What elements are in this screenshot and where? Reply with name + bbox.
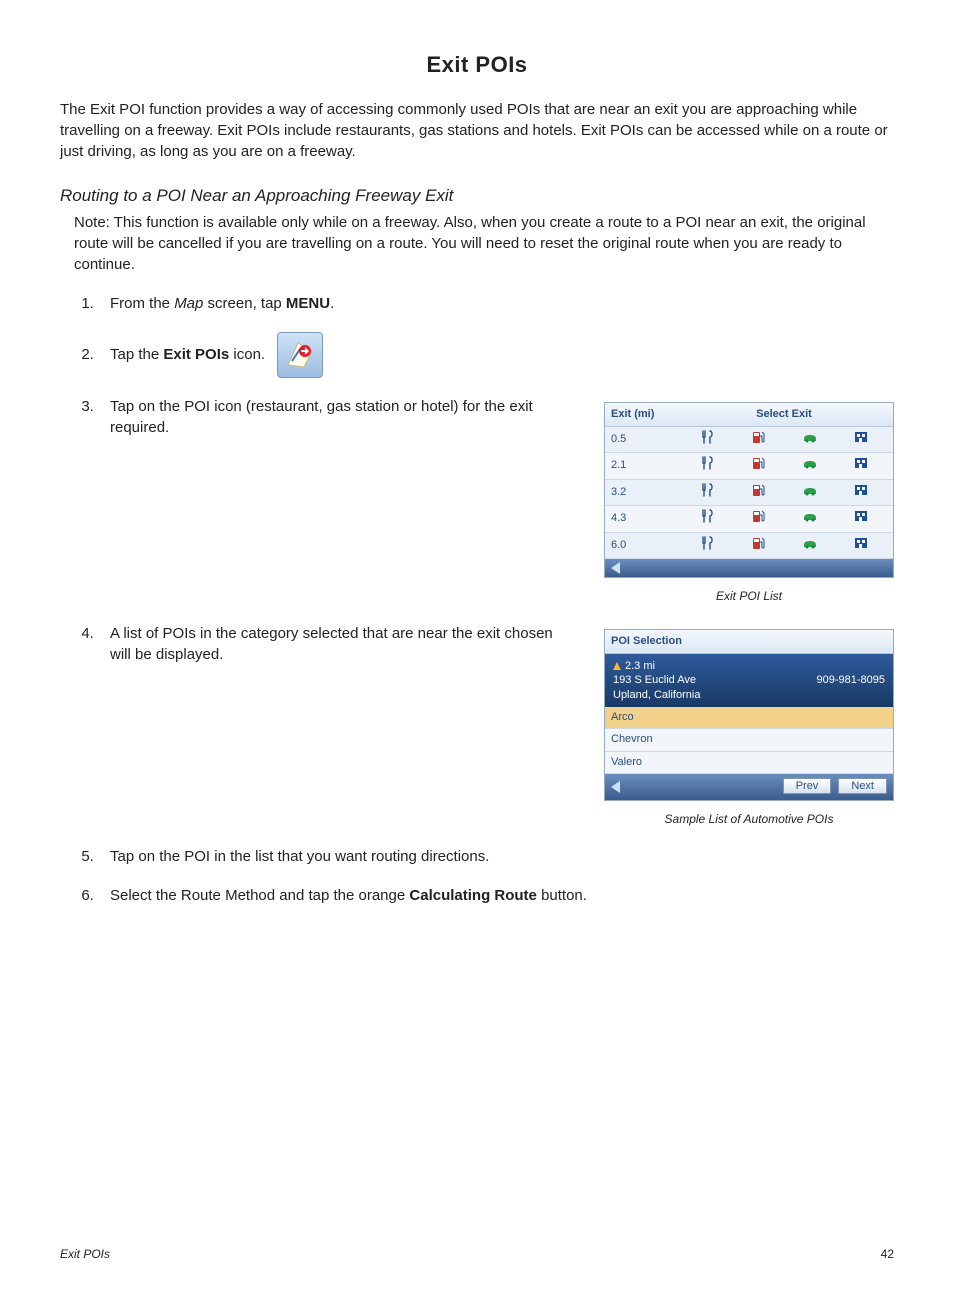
hotel-icon[interactable] bbox=[853, 509, 869, 528]
step-6: Select the Route Method and tap the oran… bbox=[98, 885, 894, 906]
auto-icon[interactable] bbox=[802, 536, 818, 555]
poi-selection-header: POI Selection bbox=[605, 630, 893, 654]
steps-list: From the Map screen, tap MENU. Tap the E… bbox=[98, 293, 894, 906]
back-icon[interactable] bbox=[611, 562, 620, 574]
restaurant-icon[interactable] bbox=[699, 509, 715, 528]
restaurant-icon[interactable] bbox=[699, 483, 715, 502]
step-3: Tap on the POI icon (restaurant, gas sta… bbox=[98, 396, 894, 605]
next-button[interactable]: Next bbox=[838, 778, 887, 794]
auto-icon[interactable] bbox=[802, 430, 818, 449]
section-heading: Routing to a POI Near an Approaching Fre… bbox=[60, 184, 894, 208]
auto-icon[interactable] bbox=[802, 456, 818, 475]
hotel-icon[interactable] bbox=[853, 456, 869, 475]
gas-icon[interactable] bbox=[750, 509, 766, 528]
restaurant-icon[interactable] bbox=[699, 430, 715, 449]
poi-list-item[interactable]: Arco bbox=[605, 707, 893, 729]
page-title: Exit POIs bbox=[60, 50, 894, 81]
exit-row[interactable]: 6.0 bbox=[605, 533, 893, 559]
hotel-icon[interactable] bbox=[853, 536, 869, 555]
hotel-icon[interactable] bbox=[853, 483, 869, 502]
back-icon[interactable] bbox=[611, 781, 620, 793]
footer-section: Exit POIs bbox=[60, 1246, 110, 1263]
poi-list-item[interactable]: Valero bbox=[605, 752, 893, 774]
panel-footer bbox=[605, 559, 893, 577]
poi-phone: 909-981-8095 bbox=[816, 673, 885, 688]
note-paragraph: Note: This function is available only wh… bbox=[74, 212, 894, 275]
step-2: Tap the Exit POIs icon. bbox=[98, 332, 894, 378]
step-5: Tap on the POI in the list that you want… bbox=[98, 846, 894, 867]
exit-poi-list-panel: Exit (mi) Select Exit 0.52.13.24.36.0 bbox=[604, 402, 894, 578]
exit-row[interactable]: 4.3 bbox=[605, 506, 893, 532]
gas-icon[interactable] bbox=[750, 483, 766, 502]
restaurant-icon[interactable] bbox=[699, 536, 715, 555]
page-number: 42 bbox=[881, 1246, 894, 1263]
exit-pois-icon bbox=[277, 332, 323, 378]
exit-row[interactable]: 3.2 bbox=[605, 480, 893, 506]
auto-icon[interactable] bbox=[802, 483, 818, 502]
restaurant-icon[interactable] bbox=[699, 456, 715, 475]
page-footer: Exit POIs 42 bbox=[60, 1246, 894, 1263]
col-select-exit: Select Exit bbox=[681, 407, 887, 422]
gas-icon[interactable] bbox=[750, 536, 766, 555]
step-1: From the Map screen, tap MENU. bbox=[98, 293, 894, 314]
poi-list-item[interactable]: Chevron bbox=[605, 729, 893, 751]
caption-2: Sample List of Automotive POIs bbox=[604, 811, 894, 828]
exit-row[interactable]: 0.5 bbox=[605, 427, 893, 453]
auto-icon[interactable] bbox=[802, 509, 818, 528]
poi-selection-panel: POI Selection 2.3 mi 193 S Euclid Ave Up… bbox=[604, 629, 894, 801]
exit-row[interactable]: 2.1 bbox=[605, 453, 893, 479]
hotel-icon[interactable] bbox=[853, 430, 869, 449]
poi-info-box: 2.3 mi 193 S Euclid Ave Upland, Californ… bbox=[605, 654, 893, 707]
caption-1: Exit POI List bbox=[604, 588, 894, 605]
gas-icon[interactable] bbox=[750, 456, 766, 475]
gas-icon[interactable] bbox=[750, 430, 766, 449]
prev-button[interactable]: Prev bbox=[783, 778, 832, 794]
step-4: A list of POIs in the category selected … bbox=[98, 623, 894, 828]
intro-paragraph: The Exit POI function provides a way of … bbox=[60, 99, 894, 162]
arrow-up-icon bbox=[613, 662, 621, 670]
col-exit-mi: Exit (mi) bbox=[611, 407, 681, 422]
